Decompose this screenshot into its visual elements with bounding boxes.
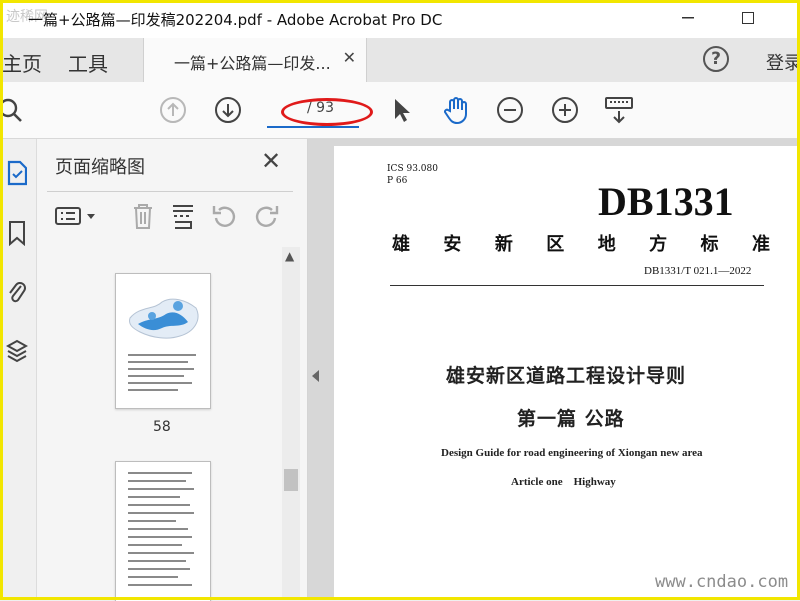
p-number: P 66 xyxy=(387,176,408,186)
document-subtitle-en: Article one Highway xyxy=(511,476,616,488)
select-tool-button[interactable] xyxy=(385,94,417,126)
thumbnail-panel: 页面缩略图 ✕ 58 ▲ xyxy=(37,139,308,601)
main-toolbar: / 93 xyxy=(0,82,800,139)
annotation-circle xyxy=(281,98,373,126)
window-title: 一篇+公路篇—印发稿202204.pdf - Adobe Acrobat Pro… xyxy=(28,11,443,29)
page-thumbnails-icon[interactable] xyxy=(2,157,32,189)
minimize-icon xyxy=(682,17,694,19)
rotate-left-icon xyxy=(212,206,236,227)
extract-page-button[interactable] xyxy=(168,201,198,231)
arrow-up-circle-icon xyxy=(160,97,186,123)
trash-icon xyxy=(134,204,152,229)
close-panel-icon[interactable]: ✕ xyxy=(261,147,281,175)
zoom-in-icon xyxy=(552,97,578,123)
document-title-en: Design Guide for road engineering of Xio… xyxy=(441,447,703,459)
scrollbar-thumb[interactable] xyxy=(284,469,298,491)
rotate-counterclockwise-button[interactable] xyxy=(210,201,240,231)
rotate-clockwise-button[interactable] xyxy=(251,201,281,231)
standard-char: 方 xyxy=(649,234,668,255)
search-icon xyxy=(0,98,22,122)
document-subtitle: 第一篇 公路 xyxy=(517,408,625,430)
zoom-in-button[interactable] xyxy=(549,94,581,126)
minimize-button[interactable] xyxy=(668,6,708,30)
ics-code: ICS 93.080 P 66 xyxy=(387,163,438,187)
tab-document[interactable]: 一篇+公路篇—印发... ✕ xyxy=(143,38,367,82)
tab-home[interactable]: 主页 xyxy=(2,48,42,77)
standard-char: 新 xyxy=(494,234,513,255)
hand-tool-button[interactable] xyxy=(440,94,472,126)
thumbnail-page-number: 58 xyxy=(153,419,171,435)
maximize-icon xyxy=(742,12,754,24)
next-page-button[interactable] xyxy=(212,94,244,126)
standard-char: 地 xyxy=(597,234,616,255)
maximize-button[interactable] xyxy=(728,6,768,30)
search-button[interactable] xyxy=(0,94,26,126)
standard-char: 雄 xyxy=(392,234,410,255)
header-rule xyxy=(390,285,764,286)
ics-number: ICS 93.080 xyxy=(387,164,438,174)
layers-icon[interactable] xyxy=(2,335,32,367)
thumbnail-scrollbar[interactable]: ▲ xyxy=(282,247,300,600)
zoom-out-button[interactable] xyxy=(494,94,526,126)
left-navigation-rail xyxy=(0,139,37,600)
hand-icon xyxy=(444,97,467,125)
options-menu-icon xyxy=(55,207,95,225)
keyboard-down-icon xyxy=(605,97,633,124)
tab-tools[interactable]: 工具 xyxy=(68,48,108,77)
delete-page-button[interactable] xyxy=(128,201,158,231)
document-title: 雄安新区道路工程设计导则 xyxy=(446,365,687,387)
tab-bar: 主页 工具 一篇+公路篇—印发... ✕ ? 登录 xyxy=(0,38,800,83)
title-bar: 迹稀网 一篇+公路篇—印发稿202204.pdf - Adobe Acrobat… xyxy=(0,0,800,38)
zoom-out-icon xyxy=(497,97,523,123)
pointer-arrow-icon xyxy=(395,99,410,122)
tab-document-label: 一篇+公路篇—印发... xyxy=(174,54,331,73)
standard-char: 安 xyxy=(443,234,462,255)
thumbnail-page-58[interactable] xyxy=(115,273,211,409)
db-code: DB1331 xyxy=(598,179,734,224)
standard-char: 区 xyxy=(546,234,565,255)
bookmark-icon[interactable] xyxy=(2,217,32,249)
arrow-down-circle-icon xyxy=(215,97,241,123)
rotate-right-icon xyxy=(255,206,279,227)
attachment-icon[interactable] xyxy=(2,277,32,309)
thumbnail-options-button[interactable] xyxy=(53,201,99,231)
scroll-up-icon[interactable]: ▲ xyxy=(285,249,294,263)
thumbnail-page-next[interactable] xyxy=(115,461,211,601)
standard-char: 标 xyxy=(700,234,719,255)
map-thumbnail-icon xyxy=(129,298,199,339)
login-button[interactable]: 登录 xyxy=(766,49,800,75)
panel-divider xyxy=(47,191,293,192)
previous-page-button[interactable] xyxy=(157,94,189,126)
standard-number: DB1331/T 021.1—2022 xyxy=(644,265,752,277)
standard-char: 准 xyxy=(751,234,770,255)
page-display-button[interactable] xyxy=(603,94,635,126)
help-icon[interactable]: ? xyxy=(703,46,729,72)
panel-title: 页面缩略图 xyxy=(55,157,145,178)
extract-icon xyxy=(173,205,193,229)
standard-type: 雄 安 新 区 地 方 标 准 xyxy=(392,230,770,256)
close-tab-icon[interactable]: ✕ xyxy=(343,48,356,67)
watermark: www.cndao.com xyxy=(655,572,789,592)
collapse-panel-icon[interactable] xyxy=(312,370,319,382)
